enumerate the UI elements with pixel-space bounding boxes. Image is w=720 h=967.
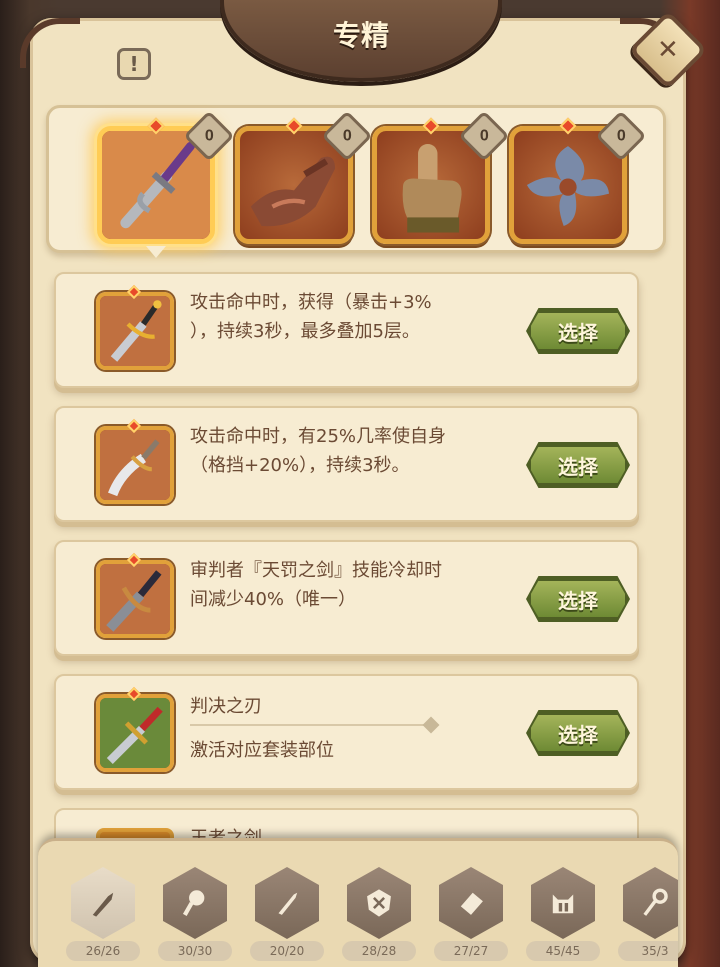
select-button[interactable]: 选择: [528, 444, 628, 486]
book-icon: [439, 867, 503, 939]
sword-red-icon: [96, 694, 174, 772]
select-button[interactable]: 选择: [528, 578, 628, 620]
sword-icon: [71, 867, 135, 939]
option-description: 攻击命中时，有25%几率使自身 （格挡+20%），持续3秒。: [190, 426, 447, 476]
mastery-option: 攻击命中时，有25%几率使自身 （格挡+20%），持续3秒。 选择: [54, 406, 639, 522]
sword-curved-icon: [96, 426, 174, 504]
shield-icon: [347, 867, 411, 939]
info-button[interactable]: !: [117, 48, 151, 80]
equipment-bar: 26/26 30/30 20/20 28/28 27/27 45/45 35/3: [38, 838, 678, 967]
select-button[interactable]: 选择: [528, 310, 628, 352]
equip-slot-staff[interactable]: 35/3: [618, 867, 678, 963]
page-title: 专精: [332, 19, 389, 52]
progress-knob: [422, 716, 440, 734]
helmet-icon: [531, 867, 595, 939]
slot-count: 27/27: [434, 941, 508, 961]
mastery-option: 审判者『天罚之剑』技能冷却时 间减少40%（唯一） 选择: [54, 540, 639, 656]
staff-icon: [623, 867, 678, 939]
select-button[interactable]: 选择: [528, 712, 628, 754]
option-description: 审判者『天罚之剑』技能冷却时 间减少40%（唯一）: [190, 560, 442, 610]
tab-sword[interactable]: 0: [97, 110, 235, 258]
tab-finger[interactable]: 0: [372, 110, 510, 244]
set-progress-line: [190, 716, 440, 734]
slot-count: 30/30: [158, 941, 232, 961]
tab-shuriken[interactable]: 0: [509, 110, 647, 244]
equip-slot-dagger[interactable]: 20/20: [250, 867, 324, 963]
equip-slot-club[interactable]: 30/30: [158, 867, 232, 963]
sword-dark-icon: [96, 560, 174, 638]
slot-count: 26/26: [66, 941, 140, 961]
option-description: 攻击命中时，获得（暴击+3% ），持续3秒，最多叠加5层。: [190, 292, 432, 342]
mastery-tabs: 0 0 0 0: [46, 105, 666, 258]
equip-slot-helmet[interactable]: 45/45: [526, 867, 600, 963]
set-item-subtitle: 激活对应套装部位: [190, 740, 334, 761]
equip-slot-shield[interactable]: 28/28: [342, 867, 416, 963]
sword-gold-icon: [96, 292, 174, 370]
slot-count: 28/28: [342, 941, 416, 961]
club-icon: [163, 867, 227, 939]
close-icon: ✕: [657, 34, 679, 65]
equip-slot-book[interactable]: 27/27: [434, 867, 508, 963]
mastery-option: 攻击命中时，获得（暴击+3% ），持续3秒，最多叠加5层。 选择: [54, 272, 639, 388]
slot-count: 20/20: [250, 941, 324, 961]
set-item-name: 判决之刃: [190, 696, 262, 717]
tab-gauntlet[interactable]: 0: [235, 110, 373, 244]
tab-pointer: [146, 246, 166, 258]
dagger-icon: [255, 867, 319, 939]
equip-slot-sword[interactable]: 26/26: [66, 867, 140, 963]
slot-count: 45/45: [526, 941, 600, 961]
mastery-option: 判决之刃 激活对应套装部位 选择: [54, 674, 639, 790]
slot-count: 35/3: [618, 941, 678, 961]
exclamation-icon: !: [129, 52, 139, 76]
